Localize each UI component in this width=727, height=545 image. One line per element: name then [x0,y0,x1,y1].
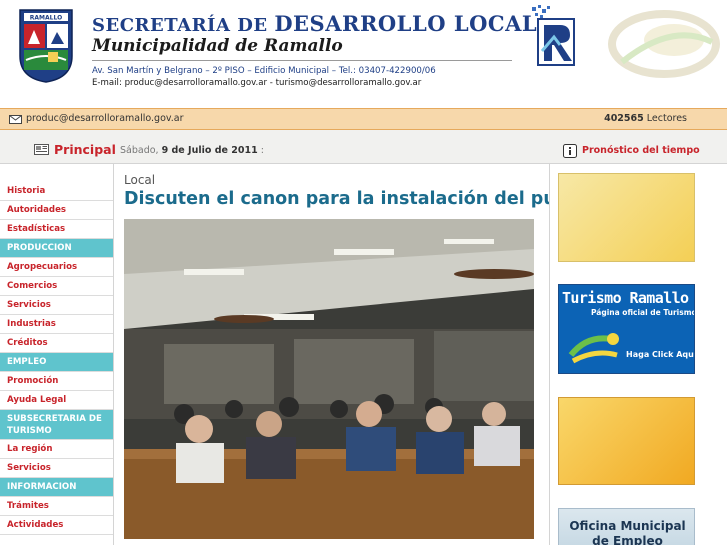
sidebar-item-la-region[interactable]: La región [0,440,113,459]
sidebar-section-subsecretaria-turismo: SUBSECRETARIA DE TURISMO [0,410,113,440]
info-icon [563,144,577,158]
sidebar-item-creditos[interactable]: Créditos [0,334,113,353]
sidebar-item-actividades[interactable]: Actividades [0,516,113,535]
turismo-swirl-logo [568,333,619,364]
contact-email-link[interactable]: produc@desarrolloramallo.gov.ar [26,113,184,124]
readers-counter: 402565 Lectores [604,113,687,124]
sidebar-section-produccion: PRODUCCION [0,239,113,258]
weather-forecast-link[interactable]: Pronóstico del tiempo [582,145,700,156]
date-suffix: : [257,145,264,156]
sidebar-section-informacion: INFORMACION [0,478,113,497]
right-column: Turismo Ramallo Página oficial de Turism… [549,164,727,545]
principal-link[interactable]: Principal [54,142,116,157]
current-date: Sábado, 9 de Julio de 2011 : [120,145,264,156]
sidebar-item-estadisticas[interactable]: Estadísticas [0,220,113,239]
site-title-part2: DESARROLLO LOCAL [274,11,538,36]
header-emails: E-mail: produc@desarrolloramallo.gov.ar … [92,78,422,88]
header-address: Av. San Martín y Belgrano – 2º PISO – Ed… [92,66,436,76]
date-prefix: Sábado, [120,145,162,156]
readers-count: 402565 [604,113,644,124]
sidebar-item-servicios-turismo[interactable]: Servicios [0,459,113,478]
date-value: 9 de Julio de 2011 [161,145,258,156]
site-header: RAMALLO SECRETARÍA DE DESARROLLO LOCAL M… [0,0,727,108]
site-title-part1: SECRETARÍA DE [92,15,275,36]
oficina-empleo-title: Oficina Municipal de Empleo [569,519,686,545]
turismo-banner-subtitle: Página oficial de Turismo [591,308,695,317]
sidebar-item-agropecuarios[interactable]: Agropecuarios [0,258,113,277]
main-content: Local Discuten el canon para la instalac… [114,164,597,545]
turismo-banner-cta: Haga Click Aquí [626,350,695,359]
sidebar-item-servicios[interactable]: Servicios [0,296,113,315]
banner-yellow-top[interactable] [558,173,695,262]
sidebar-item-autoridades[interactable]: Autoridades [0,201,113,220]
svg-text:RAMALLO: RAMALLO [30,15,62,22]
sidebar-item-promocion[interactable]: Promoción [0,372,113,391]
header-divider [92,60,512,61]
sidebar-item-comercios[interactable]: Comercios [0,277,113,296]
sidebar-item-historia[interactable]: Historia [0,182,113,201]
turismo-ramallo-banner[interactable]: Turismo Ramallo Página oficial de Turism… [558,284,695,374]
article-category: Local [124,173,156,187]
readers-label: Lectores [643,113,687,124]
sidebar-item-tramites[interactable]: Trámites [0,497,113,516]
council-session-photo[interactable] [124,219,534,539]
section-bar: Principal Sábado, 9 de Julio de 2011 : P… [0,130,727,164]
desarrollo-r-logo [532,5,575,66]
ramallo-crest-logo: RAMALLO [19,9,73,83]
header-decorative-swoosh [608,10,720,78]
newspaper-icon [34,144,49,155]
site-subtitle: Municipalidad de Ramallo [92,36,343,56]
article-headline[interactable]: Discuten el canon para la instalación de… [124,189,597,209]
sidebar-menu: Historia Autoridades Estadísticas PRODUC… [0,164,114,545]
site-title: SECRETARÍA DE DESARROLLO LOCAL [92,11,537,36]
sidebar-section-empleo: EMPLEO [0,353,113,372]
envelope-icon [9,115,22,124]
page: RAMALLO SECRETARÍA DE DESARROLLO LOCAL M… [0,0,727,545]
banner-orange-middle[interactable] [558,397,695,485]
sidebar-item-ayuda-legal[interactable]: Ayuda Legal [0,391,113,410]
oficina-empleo-banner[interactable]: Oficina Municipal de Empleo [558,508,695,545]
contact-bar: produc@desarrolloramallo.gov.ar 402565 L… [0,108,727,130]
sidebar-item-industrias[interactable]: Industrias [0,315,113,334]
turismo-banner-title: Turismo Ramallo [562,289,689,307]
